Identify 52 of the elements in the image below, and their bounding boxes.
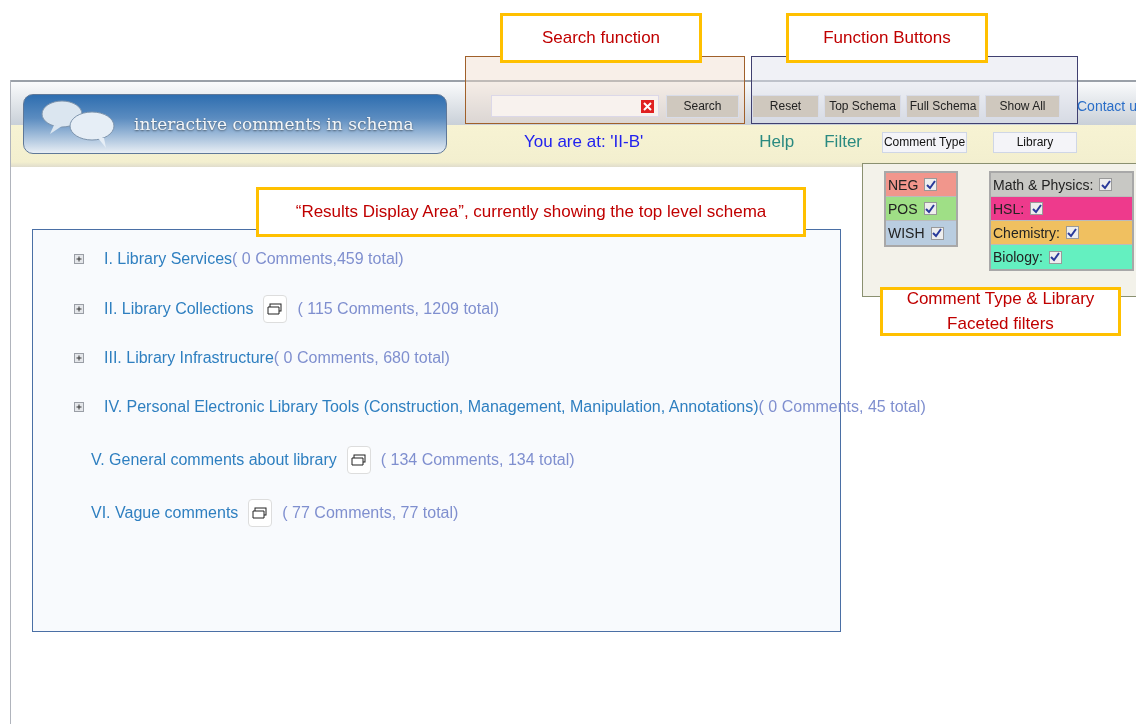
comment-button[interactable] [248, 499, 273, 527]
nav-link[interactable]: Filter [824, 132, 862, 152]
expand-icon[interactable] [74, 304, 84, 314]
result-title[interactable]: VI. Vague comments [91, 504, 239, 522]
result-title[interactable]: III. Library Infrastructure [104, 349, 274, 367]
filter-button[interactable]: Comment Type [882, 131, 967, 153]
checkbox[interactable] [1065, 226, 1079, 239]
result-title[interactable]: I. Library Services [104, 250, 233, 268]
filter-option[interactable]: Chemistry: [991, 221, 1132, 245]
result-title[interactable]: V. General comments about library [91, 451, 337, 469]
comment-button[interactable] [263, 295, 288, 323]
expand-icon[interactable] [74, 254, 84, 264]
clear-icon[interactable] [641, 99, 654, 113]
checkbox[interactable] [930, 226, 944, 240]
filter-button[interactable]: Library [993, 131, 1077, 153]
comment-count: ( 134 Comments, 134 total) [380, 451, 575, 469]
callout-label: Search function [500, 13, 702, 63]
toolbar-button[interactable]: Full Schema [906, 94, 980, 118]
checkbox[interactable] [1099, 178, 1113, 191]
search-button[interactable]: Search [666, 94, 739, 118]
filter-option[interactable]: POS [886, 197, 956, 221]
checkbox[interactable] [1030, 202, 1044, 215]
nav-link[interactable]: Help [759, 132, 795, 152]
callout-label: Comment Type & Library Faceted filters [880, 287, 1121, 336]
toolbar-button[interactable]: Reset [752, 94, 819, 118]
toolbar-button[interactable]: Top Schema [824, 94, 901, 118]
callout-label: Function Buttons [786, 13, 988, 63]
search-field[interactable] [491, 95, 659, 117]
comment-count: ( 0 Comments,459 total) [232, 250, 404, 268]
window-icon [350, 454, 367, 466]
window-icon [252, 507, 269, 519]
checkbox[interactable] [1048, 250, 1062, 264]
window-icon [267, 303, 284, 315]
filter-option[interactable]: HSL: [991, 197, 1132, 221]
checkbox[interactable] [923, 202, 937, 215]
expand-icon[interactable] [74, 353, 84, 363]
comment-button[interactable] [346, 446, 371, 474]
location-text: You are at: 'II-B' [524, 132, 644, 152]
result-title[interactable]: II. Library Collections [104, 300, 254, 318]
filter-option[interactable]: Biology: [991, 245, 1132, 269]
comment-count: ( 77 Comments, 77 total) [282, 504, 459, 522]
expand-icon[interactable] [74, 402, 84, 412]
callout-label: “Results Display Area”, currently showing the top level schema [256, 187, 806, 237]
comment-count: ( 115 Comments, 1209 total) [297, 300, 499, 318]
result-title[interactable]: IV. Personal Electronic Library Tools (Construction, Management, Manipulation, Annotations) [104, 398, 759, 416]
toolbar-button[interactable]: Show All [985, 94, 1060, 118]
filter-option[interactable]: Math & Physics: [991, 173, 1132, 197]
comment-count: ( 0 Comments, 680 total) [273, 349, 450, 367]
checkbox[interactable] [924, 178, 938, 191]
filter-option[interactable]: WISH [886, 221, 956, 245]
logo-text: interactive comments in schema [134, 114, 414, 134]
filter-option[interactable]: NEG [886, 173, 956, 197]
